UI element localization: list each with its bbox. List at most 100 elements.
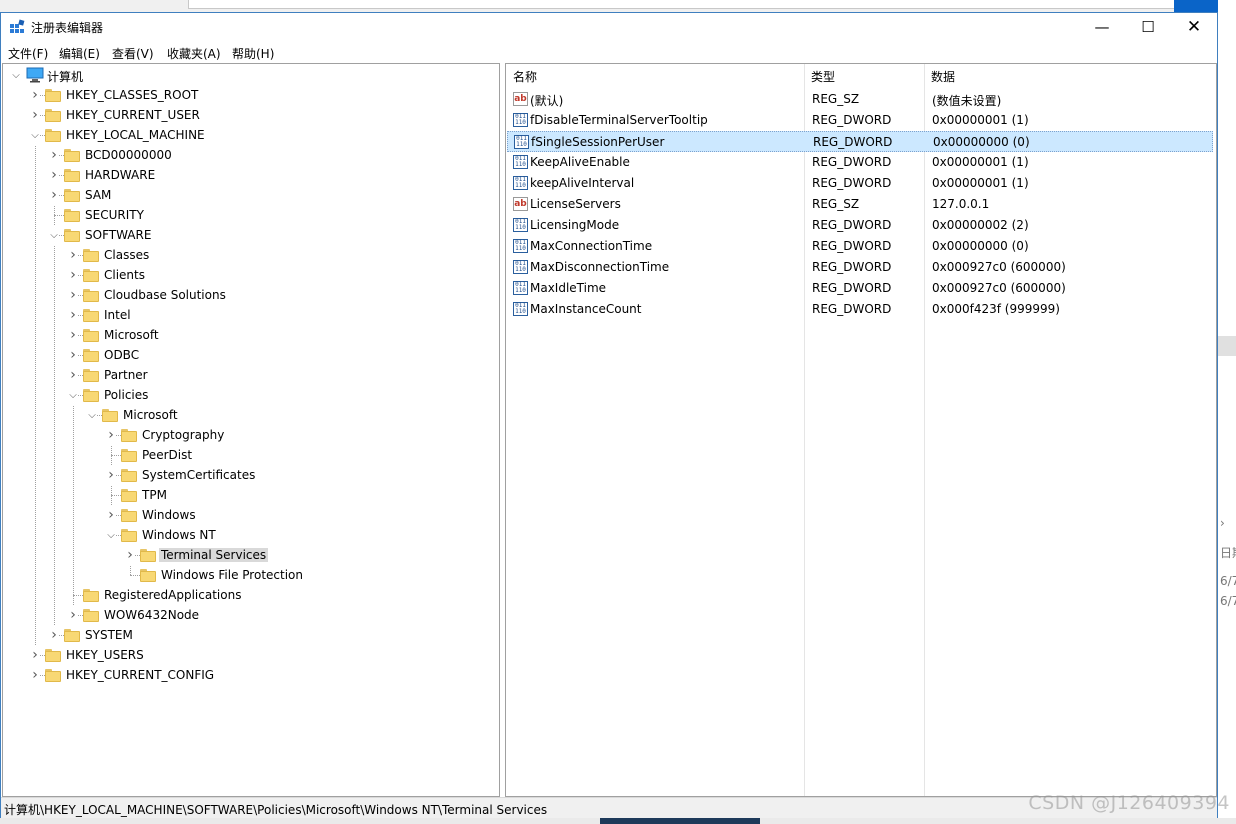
chevron-down-icon[interactable]: ⌵: [106, 525, 116, 545]
tree-node[interactable]: SECURITY: [3, 205, 499, 225]
binary-value-icon: 011 110: [513, 176, 528, 190]
folder-icon: [102, 409, 118, 422]
tree-node[interactable]: TPM: [3, 485, 499, 505]
tree-node-label: HKEY_USERS: [66, 648, 144, 662]
value-row[interactable]: 011 110 fSingleSessionPerUser REG_DWORD 0x0…: [507, 131, 1213, 152]
value-data: 0x000927c0 (600000): [932, 260, 1066, 274]
menu-help[interactable]: 帮助(H): [232, 45, 274, 62]
menu-favorites[interactable]: 收藏夹(A): [167, 45, 221, 62]
chevron-down-icon[interactable]: ⌵: [30, 125, 40, 145]
chevron-right-icon[interactable]: ›: [106, 425, 116, 445]
maximize-button[interactable]: ☐: [1125, 13, 1171, 41]
value-type: REG_DWORD: [812, 260, 892, 274]
chevron-right-icon[interactable]: ›: [106, 465, 116, 485]
tree-node[interactable]: › Partner: [3, 365, 499, 385]
tree-node[interactable]: › HARDWARE: [3, 165, 499, 185]
binary-value-icon: 011 110: [513, 218, 528, 232]
value-row[interactable]: ab LicenseServers REG_SZ 127.0.0.1: [507, 194, 1213, 215]
tree-node[interactable]: › HKEY_CLASSES_ROOT: [3, 85, 499, 105]
tree-node[interactable]: › Classes: [3, 245, 499, 265]
folder-icon: [140, 549, 156, 562]
chevron-right-icon[interactable]: ›: [68, 285, 78, 305]
tree-node[interactable]: ⌵ Microsoft: [3, 405, 499, 425]
chevron-right-icon[interactable]: ›: [30, 665, 40, 685]
chevron-right-icon[interactable]: ›: [68, 245, 78, 265]
tree-node[interactable]: › Terminal Services: [3, 545, 499, 565]
tree-node[interactable]: › WOW6432Node: [3, 605, 499, 625]
value-data: 127.0.0.1: [932, 197, 990, 211]
value-data: 0x00000002 (2): [932, 218, 1029, 232]
tree-node[interactable]: › Clients: [3, 265, 499, 285]
tree-node-label: Partner: [104, 368, 148, 382]
value-row[interactable]: 011 110 fDisableTerminalServerTooltip REG_…: [507, 110, 1213, 131]
value-row[interactable]: 011 110 MaxDisconnectionTime REG_DWORD 0x00…: [507, 257, 1213, 278]
tree-node[interactable]: › ODBC: [3, 345, 499, 365]
tree-node-label: SAM: [85, 188, 112, 202]
tree-node[interactable]: ⌵ HKEY_LOCAL_MACHINE: [3, 125, 499, 145]
value-row[interactable]: 011 110 LicensingMode REG_DWORD 0x00000002 …: [507, 215, 1213, 236]
tree-node[interactable]: › SAM: [3, 185, 499, 205]
value-row[interactable]: 011 110 MaxConnectionTime REG_DWORD 0x00000…: [507, 236, 1213, 257]
chevron-right-icon[interactable]: ›: [106, 505, 116, 525]
folder-icon: [121, 469, 137, 482]
chevron-down-icon[interactable]: ⌵: [49, 225, 59, 245]
column-header-type[interactable]: 类型: [804, 64, 924, 88]
tree-node[interactable]: › BCD00000000: [3, 145, 499, 165]
tree-node[interactable]: › Intel: [3, 305, 499, 325]
menu-view[interactable]: 查看(V): [112, 45, 154, 62]
chevron-right-icon[interactable]: ›: [68, 365, 78, 385]
registry-tree[interactable]: ⌵ 计算机 › HKEY_CLASSES_ROOT › HKEY_CURRENT_USER…: [2, 63, 500, 797]
chevron-right-icon[interactable]: ›: [49, 165, 59, 185]
chevron-right-icon[interactable]: ›: [49, 625, 59, 645]
tree-node[interactable]: › Cloudbase Solutions: [3, 285, 499, 305]
tree-node-label: HKEY_CURRENT_CONFIG: [66, 668, 215, 682]
tree-node[interactable]: ⌵ 计算机: [3, 65, 499, 85]
tree-node[interactable]: ⌵ Windows NT: [3, 525, 499, 545]
value-list[interactable]: 名称 类型 数据 ab (默认) REG_SZ (数值未设置) 011 110 fDisa…: [505, 63, 1217, 797]
value-row[interactable]: 011 110 MaxIdleTime REG_DWORD 0x000927c0 (6…: [507, 278, 1213, 299]
background-date-fragment: 6/7: [1220, 574, 1236, 588]
tree-node[interactable]: › HKEY_CURRENT_USER: [3, 105, 499, 125]
tree-node[interactable]: › HKEY_CURRENT_CONFIG: [3, 665, 499, 685]
chevron-right-icon[interactable]: ›: [68, 305, 78, 325]
menu-file[interactable]: 文件(F): [8, 45, 48, 62]
tree-node[interactable]: RegisteredApplications: [3, 585, 499, 605]
chevron-right-icon[interactable]: ›: [68, 605, 78, 625]
chevron-right-icon[interactable]: ›: [68, 265, 78, 285]
tree-node[interactable]: › SYSTEM: [3, 625, 499, 645]
background-taskbar-fragment: [600, 818, 760, 824]
chevron-right-icon[interactable]: ›: [30, 85, 40, 105]
chevron-down-icon[interactable]: ⌵: [11, 65, 21, 85]
column-header-data[interactable]: 数据: [924, 64, 1214, 88]
value-row[interactable]: 011 110 KeepAliveEnable REG_DWORD 0x0000000…: [507, 152, 1213, 173]
tree-node[interactable]: ⌵ Policies: [3, 385, 499, 405]
menu-edit[interactable]: 编辑(E): [59, 45, 100, 62]
tree-node[interactable]: PeerDist: [3, 445, 499, 465]
tree-node[interactable]: ⌵ SOFTWARE: [3, 225, 499, 245]
chevron-right-icon[interactable]: ›: [49, 145, 59, 165]
value-row[interactable]: 011 110 MaxInstanceCount REG_DWORD 0x000f42…: [507, 299, 1213, 320]
value-row[interactable]: ab (默认) REG_SZ (数值未设置): [507, 89, 1213, 110]
value-type: REG_DWORD: [812, 176, 892, 190]
chevron-right-icon[interactable]: ›: [125, 545, 135, 565]
tree-node[interactable]: › Windows: [3, 505, 499, 525]
tree-node[interactable]: › SystemCertificates: [3, 465, 499, 485]
chevron-right-icon[interactable]: ›: [30, 105, 40, 125]
column-header-name[interactable]: 名称: [506, 64, 804, 88]
tree-node[interactable]: Windows File Protection: [3, 565, 499, 585]
chevron-down-icon[interactable]: ⌵: [68, 385, 78, 405]
tree-node-label: Terminal Services: [159, 548, 269, 562]
tree-node[interactable]: › Microsoft: [3, 325, 499, 345]
tree-node[interactable]: › HKEY_USERS: [3, 645, 499, 665]
value-row[interactable]: 011 110 keepAliveInterval REG_DWORD 0x00000…: [507, 173, 1213, 194]
title-bar[interactable]: 注册表编辑器 — ☐ ✕: [1, 13, 1217, 41]
tree-node[interactable]: › Cryptography: [3, 425, 499, 445]
chevron-right-icon[interactable]: ›: [49, 185, 59, 205]
close-button[interactable]: ✕: [1171, 13, 1217, 41]
minimize-button[interactable]: —: [1079, 13, 1125, 41]
value-name: fDisableTerminalServerTooltip: [530, 113, 708, 127]
chevron-down-icon[interactable]: ⌵: [87, 405, 97, 425]
chevron-right-icon[interactable]: ›: [30, 645, 40, 665]
chevron-right-icon[interactable]: ›: [68, 325, 78, 345]
chevron-right-icon[interactable]: ›: [68, 345, 78, 365]
